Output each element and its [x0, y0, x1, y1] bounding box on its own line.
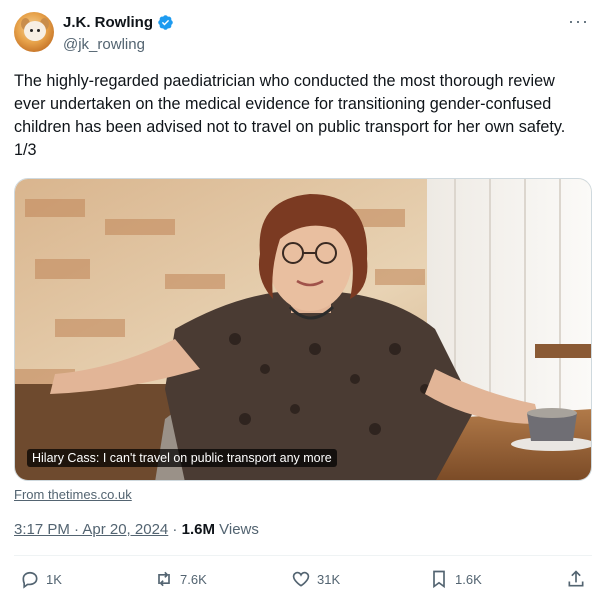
reply-count: 1K: [46, 571, 62, 587]
author-display-name[interactable]: J.K. Rowling: [63, 14, 153, 31]
avatar[interactable]: [14, 12, 54, 52]
reply-icon: [22, 571, 38, 589]
avatar-eye: [30, 29, 33, 32]
tweet-card: J.K. Rowling @jk_rowling ··· The highly-…: [0, 0, 605, 600]
like-count: 31K: [317, 571, 341, 587]
views-label: Views: [214, 521, 259, 538]
source-link[interactable]: From thetimes.co.uk: [14, 487, 132, 502]
tweet-media-card[interactable]: [14, 178, 592, 481]
bookmark-icon: [433, 570, 445, 589]
bookmark-count: 1.6K: [455, 571, 482, 587]
tweet-text: The highly-regarded paediatrician who co…: [14, 72, 566, 159]
like-button[interactable]: 31K: [291, 569, 340, 589]
author-name-row: J.K. Rowling: [63, 14, 174, 31]
more-options-icon[interactable]: ···: [568, 12, 589, 30]
verified-badge-icon: [158, 15, 173, 30]
meta-separator: ·: [168, 521, 182, 538]
heart-icon: [292, 571, 310, 587]
action-bar: 1K 7.6K 31K 1.6K: [14, 569, 592, 593]
bookmark-button[interactable]: 1.6K: [429, 569, 482, 589]
retweet-button[interactable]: 7.6K: [154, 569, 207, 589]
views-count: 1.6M: [181, 521, 215, 538]
reply-button[interactable]: 1K: [20, 569, 62, 589]
tweet-meta: 3:17 PM · Apr 20, 2024 · 1.6M Views: [14, 521, 259, 538]
author-handle[interactable]: @jk_rowling: [63, 36, 145, 53]
avatar-face: [24, 21, 46, 41]
retweet-count: 7.6K: [180, 571, 207, 587]
divider: [14, 555, 592, 556]
avatar-eye: [37, 29, 40, 32]
retweet-icon: [158, 571, 170, 587]
media-photo: [15, 179, 591, 480]
media-caption: Hilary Cass: I can't travel on public tr…: [27, 449, 337, 467]
share-icon: [568, 570, 584, 587]
share-button[interactable]: [566, 569, 586, 589]
timestamp-link[interactable]: 3:17 PM · Apr 20, 2024: [14, 521, 168, 538]
